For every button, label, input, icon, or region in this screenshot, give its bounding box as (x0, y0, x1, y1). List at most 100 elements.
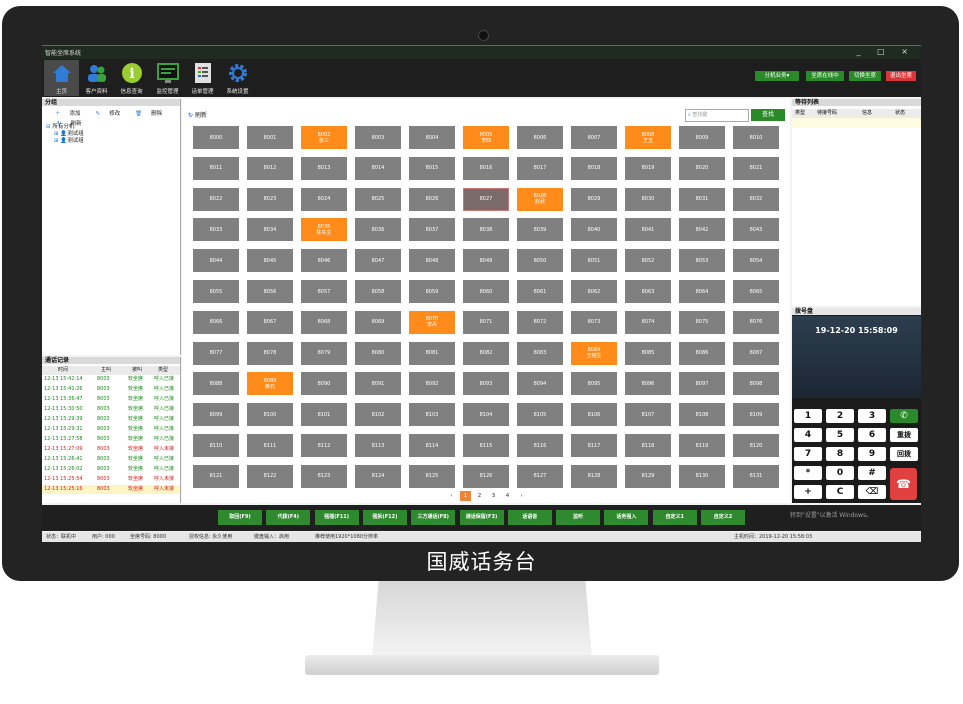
extension-tile[interactable]: 8028 赵武 (517, 187, 563, 211)
extension-tile[interactable]: 8057 (301, 280, 347, 303)
extension-tile[interactable]: 8026 (409, 187, 455, 211)
extension-tile[interactable]: 8036 (355, 218, 401, 242)
extension-tile[interactable]: 8122 (247, 464, 293, 488)
extension-tile[interactable]: 8047 (355, 249, 401, 273)
function-button-6[interactable]: 通话保留(F3) (459, 510, 504, 525)
tree-node[interactable]: ⊞ 👤测试组 (46, 131, 84, 138)
extension-tile[interactable]: 8090 (301, 372, 347, 396)
dial-key-8[interactable]: 8 (826, 447, 854, 461)
extension-tile[interactable]: 8130 (679, 464, 725, 488)
header-button-2[interactable]: 坐席在线中 (806, 71, 844, 81)
extension-tile[interactable]: 8081 (409, 341, 455, 365)
extension-tile[interactable]: 8017 (517, 156, 563, 180)
extension-tile[interactable]: 8054 (733, 249, 779, 273)
extension-tile[interactable]: 8030 (625, 187, 671, 211)
dial-key-9[interactable]: 9 (858, 447, 886, 461)
extension-tile[interactable]: 8000 (193, 126, 239, 149)
extension-tile[interactable]: 8129 (625, 464, 671, 488)
extension-tile[interactable]: 8114 (409, 434, 455, 457)
extension-tile[interactable]: 8031 (679, 187, 725, 211)
function-button-5[interactable]: 三方通话(F8) (411, 510, 456, 525)
extension-tile[interactable]: 8088 (193, 372, 239, 396)
extension-tile[interactable]: 8016 (463, 156, 509, 180)
call-record-row[interactable]: 12-13 15:27:09 8003 软坐席 呼入未接 (42, 445, 180, 454)
extension-tile[interactable]: 8105 (517, 403, 563, 427)
extension-tile[interactable]: 8112 (301, 434, 347, 457)
extension-tile[interactable]: 8127 (517, 464, 563, 488)
extension-tile[interactable]: 8065 (733, 280, 779, 303)
extension-tile[interactable]: 8006 (517, 126, 563, 149)
extension-tile[interactable]: 8025 (355, 187, 401, 211)
function-button-7[interactable]: 话语音 (507, 510, 552, 525)
function-button-9[interactable]: 话务强入 (604, 510, 649, 525)
toolbar-home-button[interactable]: 主页 (44, 60, 79, 96)
extension-tile[interactable]: 8092 (409, 372, 455, 396)
function-button-3[interactable]: 强插(F11) (314, 510, 359, 525)
extension-tile[interactable]: 8123 (301, 464, 347, 488)
extension-tile[interactable]: 8019 (625, 156, 671, 180)
extension-tile[interactable]: 8024 (301, 187, 347, 211)
toolbar-monitor-button[interactable]: 监控管理 (150, 60, 185, 96)
extension-tile[interactable]: 8086 (679, 341, 725, 365)
extension-tile[interactable]: 8022 (193, 187, 239, 211)
extension-tile[interactable]: 8044 (193, 249, 239, 273)
function-button-10[interactable]: 自定义1 (652, 510, 697, 525)
extension-tile[interactable]: 8015 (409, 156, 455, 180)
extension-tile[interactable]: 8104 (463, 403, 509, 427)
extension-tile[interactable]: 8075 (679, 310, 725, 334)
call-record-row[interactable]: 12-13 15:41:26 8003 软坐席 呼入已接 (42, 385, 180, 394)
extension-tile[interactable]: 8073 (571, 310, 617, 334)
extension-tile[interactable]: 8035 陈先生 (301, 218, 347, 242)
extension-tile[interactable]: 8108 (679, 403, 725, 427)
extension-tile[interactable]: 8126 (463, 464, 509, 488)
extension-tile[interactable]: 8113 (355, 434, 401, 457)
header-button-1[interactable]: 分机业务▾ (755, 71, 799, 81)
extension-tile[interactable]: 8107 (625, 403, 671, 427)
extension-tile[interactable]: 8110 (193, 434, 239, 457)
extension-tile[interactable]: 8062 (571, 280, 617, 303)
extension-tile[interactable]: 8085 (625, 341, 671, 365)
extension-tile[interactable]: 8032 (733, 187, 779, 211)
extension-tile[interactable]: 8050 (517, 249, 563, 273)
group-action-2[interactable]: ✎ 修改 (89, 111, 121, 117)
extension-tile[interactable]: 8003 (355, 126, 401, 149)
extension-tile[interactable]: 8120 (733, 434, 779, 457)
extension-tile[interactable]: 8115 (463, 434, 509, 457)
extension-tile[interactable]: 8087 (733, 341, 779, 365)
extension-tile[interactable]: 8039 (517, 218, 563, 242)
call-record-row[interactable]: 12-13 15:27:58 8003 软坐席 呼入已接 (42, 435, 180, 444)
tree-node[interactable]: ⊟ 所有分机 (46, 124, 84, 131)
group-action-3[interactable]: 🗑 删除 (128, 111, 162, 117)
dial-key-3[interactable]: 3 (858, 409, 886, 423)
search-input[interactable]: ⌕ 查找键 (685, 109, 749, 122)
extension-tile[interactable]: 8109 (733, 403, 779, 427)
extension-tile[interactable]: 8046 (301, 249, 347, 273)
extension-tile[interactable]: 8014 (355, 156, 401, 180)
function-button-11[interactable]: 自定义2 (701, 510, 745, 525)
extension-tile[interactable]: 8038 (463, 218, 509, 242)
callback-button[interactable]: 回拨 (890, 447, 918, 461)
extension-tile[interactable]: 8021 (733, 156, 779, 180)
backspace-button[interactable]: ⌫ (858, 485, 886, 499)
extension-tile[interactable]: 8002 张三 (301, 126, 347, 149)
tree-node[interactable]: ⊞ 👤测试组 (46, 138, 84, 145)
header-button-4[interactable]: 退出坐席 (886, 71, 916, 81)
extension-tile[interactable]: 8061 (517, 280, 563, 303)
call-record-row[interactable]: 12-13 15:25:54 8003 软坐席 呼入未接 (42, 475, 180, 484)
extension-tile[interactable]: 8131 (733, 464, 779, 488)
extension-tile[interactable]: 8119 (679, 434, 725, 457)
header-button-3[interactable]: 切换坐席 (849, 71, 881, 81)
extension-tile[interactable]: 8009 (679, 126, 725, 149)
extension-tile[interactable]: 8007 (571, 126, 617, 149)
extension-tile[interactable]: 8058 (355, 280, 401, 303)
extension-tile[interactable]: 8076 (733, 310, 779, 334)
dial-key-4[interactable]: 4 (794, 428, 822, 442)
extension-tile[interactable]: 8059 (409, 280, 455, 303)
extension-tile[interactable]: 8099 (193, 403, 239, 427)
call-record-row[interactable]: 12-13 15:29:31 8003 软坐席 呼入已接 (42, 425, 180, 434)
function-button-4[interactable]: 强拆(F12) (362, 510, 407, 525)
next-page-button[interactable]: › (516, 491, 527, 501)
extension-tile[interactable]: 8118 (625, 434, 671, 457)
toolbar-report-button[interactable]: 话单管理 (185, 60, 220, 96)
toolbar-info-button[interactable]: i 信息查询 (114, 60, 149, 96)
